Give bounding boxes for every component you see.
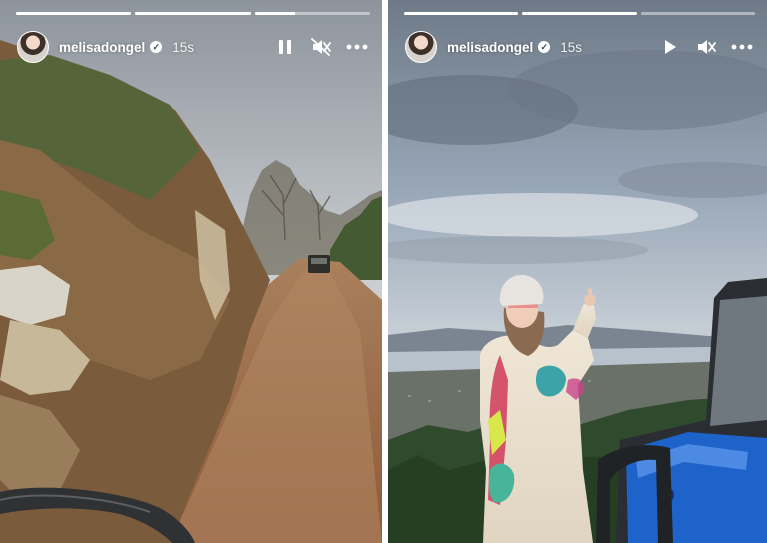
story-header: melisadongel ✓ 15s: [17, 30, 368, 64]
story-panel-left[interactable]: melisadongel ✓ 15s: [0, 0, 382, 543]
progress-segment: [254, 12, 370, 15]
story-panel-right[interactable]: melisadongel ✓ 15s: [388, 0, 767, 543]
progress-fill: [16, 12, 132, 15]
progress-segment: [404, 12, 519, 15]
progress-fill: [254, 12, 296, 15]
progress-fill: [404, 12, 519, 15]
progress-segment: [135, 12, 251, 15]
story-progress-bar: [404, 12, 755, 15]
muted-speaker-icon[interactable]: [310, 36, 332, 58]
story-progress-bar: [16, 12, 370, 15]
progress-fill: [135, 12, 251, 15]
story-photo-offroad-trail: [0, 0, 382, 543]
avatar[interactable]: [405, 31, 437, 63]
username[interactable]: melisadongel: [447, 40, 533, 55]
username[interactable]: melisadongel: [59, 40, 145, 55]
progress-segment: [16, 12, 132, 15]
more-options-icon[interactable]: [346, 36, 368, 58]
verified-badge-icon: ✓: [150, 41, 163, 53]
muted-speaker-icon[interactable]: [695, 36, 717, 58]
post-time: 15s: [560, 39, 583, 55]
story-controls: [274, 36, 368, 58]
play-icon[interactable]: [659, 36, 681, 58]
story-photo-mountain-view: [388, 0, 767, 543]
progress-segment: [640, 12, 755, 15]
story-controls: [659, 36, 753, 58]
post-time: 15s: [172, 39, 195, 55]
progress-segment: [522, 12, 637, 15]
pause-icon[interactable]: [274, 36, 296, 58]
more-options-icon[interactable]: [731, 36, 753, 58]
verified-badge-icon: ✓: [538, 41, 551, 53]
progress-fill: [522, 12, 637, 15]
story-header: melisadongel ✓ 15s: [405, 30, 753, 64]
avatar[interactable]: [17, 31, 49, 63]
